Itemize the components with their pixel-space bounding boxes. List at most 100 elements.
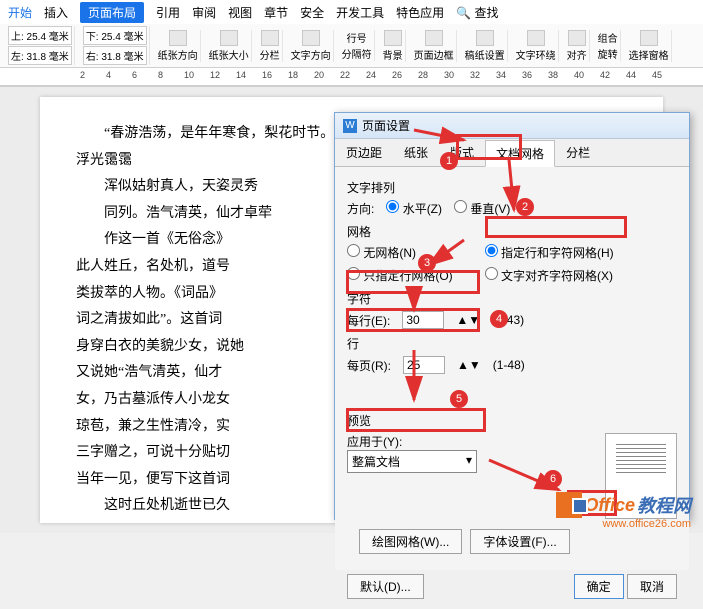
- marker-4: 4: [490, 310, 508, 328]
- watermark-icon: [556, 492, 582, 518]
- app-top: 开始 插入 页面布局 引用 审阅 视图 章节 安全 开发工具 特色应用 🔍 查找…: [0, 0, 703, 87]
- per-page-input[interactable]: [403, 356, 445, 374]
- orientation-btn[interactable]: 纸张方向: [156, 30, 201, 62]
- char-section: 字符: [347, 290, 677, 307]
- margin-top[interactable]: 上: 25.4 毫米: [8, 26, 72, 45]
- apply-combo[interactable]: 整篇文档▾: [347, 450, 477, 473]
- marker-2: 2: [516, 198, 534, 216]
- watermark: Office教程网 www.office26.com: [556, 492, 691, 518]
- per-page-range: (1-48): [493, 358, 525, 372]
- group-btn[interactable]: 组合旋转: [596, 30, 621, 61]
- margin-bottom[interactable]: 下: 25.4 毫米: [83, 26, 147, 45]
- marker-3: 3: [418, 254, 436, 272]
- radio-align-char[interactable]: 文字对齐字符网格(X): [485, 267, 614, 284]
- ruler-mark: 40: [574, 70, 584, 80]
- per-line-label: 每行(E):: [347, 312, 390, 329]
- dialog-title-bar[interactable]: W 页面设置: [335, 113, 689, 139]
- dialog-tabs: 页边距 纸张 版式 文档网格 分栏: [335, 139, 689, 167]
- selpane-btn[interactable]: 选择窗格: [627, 30, 672, 62]
- radio-line-grid[interactable]: 只指定行网格(O): [347, 267, 453, 284]
- menu-safe[interactable]: 安全: [300, 4, 324, 21]
- tab-paper[interactable]: 纸张: [393, 139, 439, 166]
- ruler-mark: 38: [548, 70, 558, 80]
- direction-label: 方向:: [347, 200, 374, 217]
- menu-review[interactable]: 审阅: [192, 4, 216, 21]
- wrap-btn[interactable]: 文字环绕: [514, 30, 559, 62]
- margin-group2: 下: 25.4 毫米 右: 31.8 毫米: [81, 26, 150, 65]
- ruler-mark: 16: [262, 70, 272, 80]
- ruler-mark: 24: [366, 70, 376, 80]
- tab-columns[interactable]: 分栏: [555, 139, 601, 166]
- menu-view[interactable]: 视图: [228, 4, 252, 21]
- textdir-btn[interactable]: 文字方向: [289, 30, 334, 62]
- ok-button[interactable]: 确定: [574, 574, 624, 599]
- text-arrange-label: 文字排列: [347, 179, 677, 196]
- ruler-mark: 8: [158, 70, 163, 80]
- ruler-mark: 36: [522, 70, 532, 80]
- menu-insert[interactable]: 插入: [44, 4, 68, 21]
- per-line-input[interactable]: [402, 311, 444, 329]
- ruler-mark: 2: [80, 70, 85, 80]
- size-btn[interactable]: 纸张大小: [207, 30, 252, 62]
- margin-right[interactable]: 右: 31.8 毫米: [83, 46, 147, 65]
- grid-label: 网格: [347, 223, 677, 240]
- ruler-mark: 28: [418, 70, 428, 80]
- draw-grid-button[interactable]: 绘图网格(W)...: [359, 529, 462, 554]
- margin-left[interactable]: 左: 31.8 毫米: [8, 46, 72, 65]
- menu-find[interactable]: 🔍 查找: [456, 4, 498, 21]
- ruler-mark: 20: [314, 70, 324, 80]
- marker-6: 6: [544, 470, 562, 488]
- ruler-mark: 22: [340, 70, 350, 80]
- ruler-mark: 6: [132, 70, 137, 80]
- watermark-brand2: 教程网: [637, 492, 691, 518]
- ruler-mark: 12: [210, 70, 220, 80]
- menu-file[interactable]: 开始: [8, 4, 32, 21]
- page-setup-dialog: W 页面设置 页边距 纸张 版式 文档网格 分栏 文字排列 方向: 水平(Z) …: [334, 112, 690, 520]
- ruler-mark: 45: [652, 70, 662, 80]
- radio-char-line-grid[interactable]: 指定行和字符网格(H): [485, 244, 614, 261]
- ruler-mark: 30: [444, 70, 454, 80]
- ruler-mark: 4: [106, 70, 111, 80]
- radio-horizontal[interactable]: 水平(Z): [386, 200, 442, 217]
- marker-1: 1: [440, 152, 458, 170]
- tab-grid[interactable]: 文档网格: [485, 140, 555, 167]
- font-setup-button[interactable]: 字体设置(F)...: [470, 529, 569, 554]
- ruler-mark: 32: [470, 70, 480, 80]
- border-btn[interactable]: 页面边框: [412, 30, 457, 62]
- ruler-mark: 10: [184, 70, 194, 80]
- ruler-mark: 34: [496, 70, 506, 80]
- tab-margin[interactable]: 页边距: [335, 139, 393, 166]
- columns-btn[interactable]: 分栏: [258, 30, 283, 62]
- align-btn[interactable]: 对齐: [565, 30, 590, 62]
- ruler-mark: 42: [600, 70, 610, 80]
- menu-layout[interactable]: 页面布局: [80, 2, 144, 23]
- apply-label: 应用于(Y):: [347, 433, 477, 450]
- dialog-title: 页面设置: [362, 117, 410, 134]
- watermark-brand1: Office: [584, 495, 635, 516]
- menu-special[interactable]: 特色应用: [396, 4, 444, 21]
- marker-5: 5: [450, 390, 468, 408]
- app-icon: W: [343, 119, 357, 133]
- ruler-mark: 14: [236, 70, 246, 80]
- dialog-footer: 默认(D)... 确定 取消: [335, 570, 689, 609]
- radio-vertical[interactable]: 垂直(V): [454, 200, 510, 217]
- default-button[interactable]: 默认(D)...: [347, 574, 424, 599]
- ruler-mark: 44: [626, 70, 636, 80]
- cancel-button[interactable]: 取消: [627, 574, 677, 599]
- ruler-mark: 18: [288, 70, 298, 80]
- line-section: 行: [347, 335, 677, 352]
- menu-bar: 开始 插入 页面布局 引用 审阅 视图 章节 安全 开发工具 特色应用 🔍 查找: [0, 0, 703, 24]
- background-btn[interactable]: 背景: [381, 30, 406, 62]
- menu-chapter[interactable]: 章节: [264, 4, 288, 21]
- menu-dev[interactable]: 开发工具: [336, 4, 384, 21]
- watermark-url: www.office26.com: [603, 518, 691, 530]
- ruler-mark: 26: [392, 70, 402, 80]
- manuscript-btn[interactable]: 稿纸设置: [463, 30, 508, 62]
- margin-group: 上: 25.4 毫米 左: 31.8 毫米: [6, 26, 75, 65]
- menu-reference[interactable]: 引用: [156, 4, 180, 21]
- radio-no-grid[interactable]: 无网格(N): [347, 244, 453, 261]
- per-page-label: 每页(R):: [347, 357, 391, 374]
- ruler: 2468101214161820222426283032343638404244…: [0, 68, 703, 86]
- linenum-btn[interactable]: 行号分隔符: [340, 30, 375, 61]
- ribbon: 上: 25.4 毫米 左: 31.8 毫米 下: 25.4 毫米 右: 31.8…: [0, 24, 703, 68]
